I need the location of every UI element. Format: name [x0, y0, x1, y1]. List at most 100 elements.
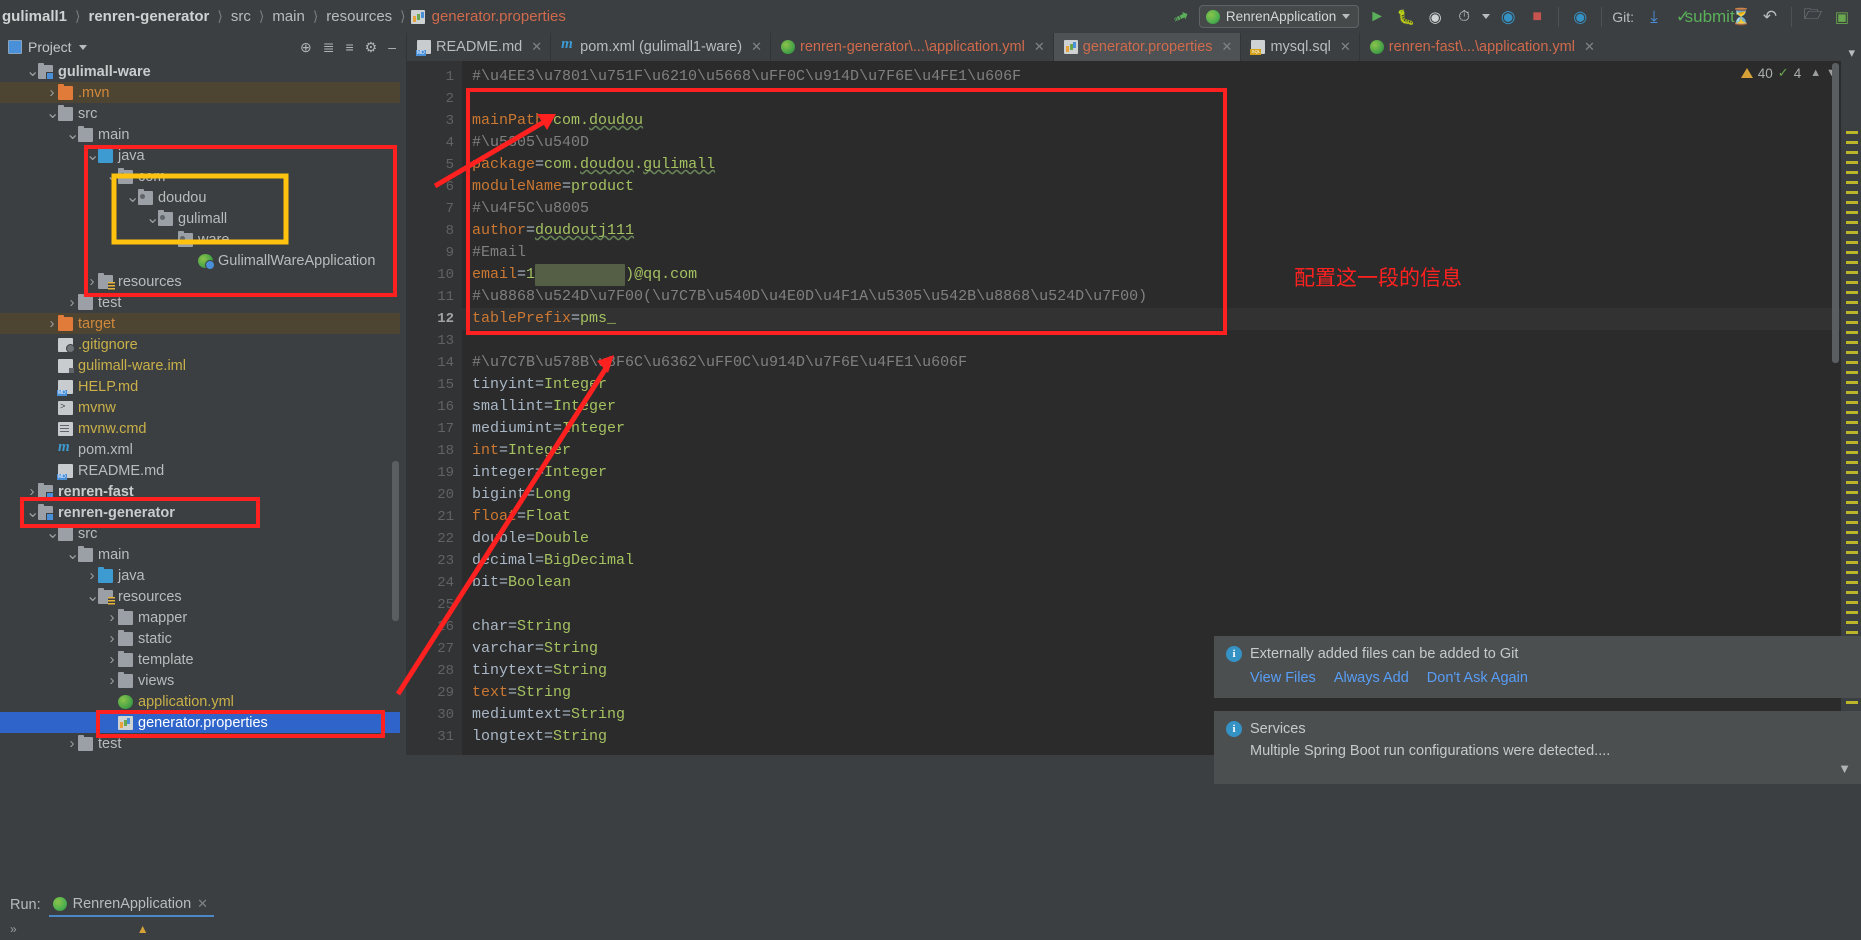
tree-node-gulimall[interactable]: ⌄ gulimall	[0, 208, 400, 229]
code-line[interactable]: #\u4EE3\u7801\u751F\u6210\u5668\uFF0C\u9…	[472, 66, 1021, 88]
error-stripe-mark[interactable]	[1846, 311, 1858, 314]
tree-node-src[interactable]: ⌄ src	[0, 103, 400, 124]
tree-node-pom-xml[interactable]: pom.xml	[0, 439, 400, 460]
collapse-all-icon[interactable]: ≡	[345, 39, 353, 55]
code-line[interactable]: int=Integer	[472, 440, 571, 462]
chevron-down-icon[interactable]: ⌄	[146, 210, 159, 226]
tree-node-target[interactable]: › target	[0, 313, 400, 334]
close-tab-icon[interactable]: ✕	[1340, 39, 1351, 55]
chevron-down-icon[interactable]: ⌄	[66, 546, 79, 562]
tree-node-com[interactable]: ⌄ com	[0, 166, 400, 187]
dont-ask-again-link[interactable]: Don't Ask Again	[1427, 670, 1528, 686]
stop-icon[interactable]: ■	[1526, 6, 1548, 28]
code-line[interactable]: text=String	[472, 682, 571, 704]
error-stripe-mark[interactable]	[1846, 141, 1858, 144]
error-stripe-mark[interactable]	[1846, 541, 1858, 544]
code-line[interactable]: mainPath=com.doudou	[472, 110, 643, 132]
undo-icon[interactable]: ↶	[1759, 6, 1781, 28]
error-stripe-mark[interactable]	[1846, 531, 1858, 534]
code-line[interactable]: bit=Boolean	[472, 572, 571, 594]
tree-node-generator-properties[interactable]: generator.properties	[0, 712, 400, 733]
error-stripe-mark[interactable]	[1846, 271, 1858, 274]
error-stripe-mark[interactable]	[1846, 171, 1858, 174]
run-coverage-icon[interactable]: ◉	[1424, 6, 1446, 28]
tree-node-mvnw-cmd[interactable]: mvnw.cmd	[0, 418, 400, 439]
maximize-icon[interactable]: ▣	[1831, 6, 1853, 28]
code-line[interactable]: #\u8868\u524D\u7F00(\u7C7B\u540D\u4E0D\u…	[472, 286, 1147, 308]
chevron-right-icon[interactable]: ›	[46, 315, 58, 332]
code-line[interactable]: #\u5305\u540D	[472, 132, 589, 154]
editor-scrollbar-thumb[interactable]	[1832, 63, 1839, 363]
error-stripe-mark[interactable]	[1846, 391, 1858, 394]
editor-tab-generator-properties[interactable]: generator.properties ✕	[1052, 33, 1241, 61]
code-line[interactable]: tinytext=String	[472, 660, 607, 682]
chevron-right-icon[interactable]: ›	[106, 651, 118, 668]
profile-icon[interactable]: ⏱	[1453, 6, 1475, 28]
tree-node-main[interactable]: ⌄ main	[0, 544, 400, 565]
error-stripe-mark[interactable]	[1846, 551, 1858, 554]
git-history-icon[interactable]: ⏳	[1730, 6, 1752, 28]
close-tab-icon[interactable]: ✕	[1584, 39, 1595, 55]
code-line[interactable]: smallint=Integer	[472, 396, 616, 418]
tree-node-readme-md[interactable]: README.md	[0, 460, 400, 481]
breadcrumb-item-file[interactable]: generator.properties	[429, 8, 569, 25]
code-line[interactable]: author=doudoutj111	[472, 220, 634, 242]
error-stripe-mark[interactable]	[1846, 441, 1858, 444]
close-tab-icon[interactable]: ✕	[531, 39, 542, 55]
tab-list-overflow-button[interactable]: ▾	[1848, 45, 1861, 61]
editor-tab-renren-generator-application-yml[interactable]: renren-generator\...\application.yml ✕	[769, 33, 1053, 61]
editor-tab-readme-md[interactable]: README.md ✕	[406, 33, 550, 61]
error-stripe-mark[interactable]	[1846, 241, 1858, 244]
code-line[interactable]: decimal=BigDecimal	[472, 550, 634, 572]
search-everywhere-icon[interactable]: ◉	[1569, 6, 1591, 28]
project-tree-scrollbar[interactable]	[391, 61, 400, 755]
project-tree[interactable]: ⌄ gulimall-ware › .mvn ⌄ src ⌄ main ⌄ java ⌄ com ⌄ do…	[0, 61, 400, 755]
error-stripe-mark[interactable]	[1846, 581, 1858, 584]
breadcrumb-item-project[interactable]: gulimall1	[0, 8, 70, 25]
locate-file-icon[interactable]: ⊕	[300, 39, 312, 56]
error-stripe-mark[interactable]	[1846, 261, 1858, 264]
error-stripe-mark[interactable]	[1846, 371, 1858, 374]
chevron-down-icon[interactable]	[78, 44, 87, 50]
always-add-link[interactable]: Always Add	[1334, 670, 1409, 686]
tree-node-mapper[interactable]: › mapper	[0, 607, 400, 628]
error-stripe-mark[interactable]	[1846, 511, 1858, 514]
notification-services[interactable]: i Services Multiple Spring Boot run conf…	[1214, 711, 1861, 784]
gear-icon[interactable]: ⚙	[365, 39, 378, 56]
tree-node-java[interactable]: › java	[0, 565, 400, 586]
code-line[interactable]: float=Float	[472, 506, 571, 528]
chevron-down-icon[interactable]: ⌄	[166, 231, 179, 247]
tree-node-doudou[interactable]: ⌄ doudou	[0, 187, 400, 208]
code-line[interactable]: bigint=Long	[472, 484, 571, 506]
code-line[interactable]: longtext=String	[472, 726, 607, 748]
chevron-down-icon[interactable]: ⌄	[46, 105, 59, 121]
error-stripe-mark[interactable]	[1846, 191, 1858, 194]
tree-node-ware[interactable]: ⌄ ware	[0, 229, 400, 250]
error-stripe-mark[interactable]	[1846, 201, 1858, 204]
error-stripe-mark[interactable]	[1846, 131, 1858, 134]
tree-node-test[interactable]: › test	[0, 292, 400, 313]
code-line[interactable]: tablePrefix=pms_	[472, 308, 616, 330]
code-line[interactable]: package=com.doudou.gulimall	[472, 154, 715, 176]
run-configuration-selector[interactable]: RenrenApplication	[1198, 5, 1360, 28]
error-stripe-mark[interactable]	[1846, 411, 1858, 414]
inspection-status-widget[interactable]: 40 ✓ 4 ▲ ▼	[1740, 65, 1837, 81]
tree-node-gulimall-ware[interactable]: ⌄ gulimall-ware	[0, 61, 400, 82]
tree-node-mvnw[interactable]: mvnw	[0, 397, 400, 418]
chevron-down-icon[interactable]: ⌄	[106, 168, 119, 184]
breadcrumb-item-main[interactable]: main	[269, 8, 308, 25]
error-stripe-mark[interactable]	[1846, 321, 1858, 324]
debug-bug-icon[interactable]: 🐛	[1395, 6, 1417, 28]
error-stripe-mark[interactable]	[1846, 221, 1858, 224]
chevron-right-icon[interactable]: ›	[26, 483, 38, 500]
error-stripe-mark[interactable]	[1846, 281, 1858, 284]
build-hammer-icon[interactable]: ➟	[1166, 2, 1195, 31]
editor-gutter[interactable]: 1 2 3 4 5 6 7 8 9 10 11 12 13 14 15 16 17 18 19 20 21 22 23 24 2…	[406, 61, 462, 755]
error-stripe-mark[interactable]	[1846, 521, 1858, 524]
notification-git-add[interactable]: i Externally added files can be added to…	[1214, 636, 1861, 698]
tree-node-renren-generator[interactable]: ⌄ renren-generator	[0, 502, 400, 523]
hide-panel-icon[interactable]: –	[388, 39, 396, 55]
tree-node-java[interactable]: ⌄ java	[0, 145, 400, 166]
tree-node-application-yml[interactable]: application.yml	[0, 691, 400, 712]
tree-node-resources[interactable]: ⌄ resources	[0, 586, 400, 607]
